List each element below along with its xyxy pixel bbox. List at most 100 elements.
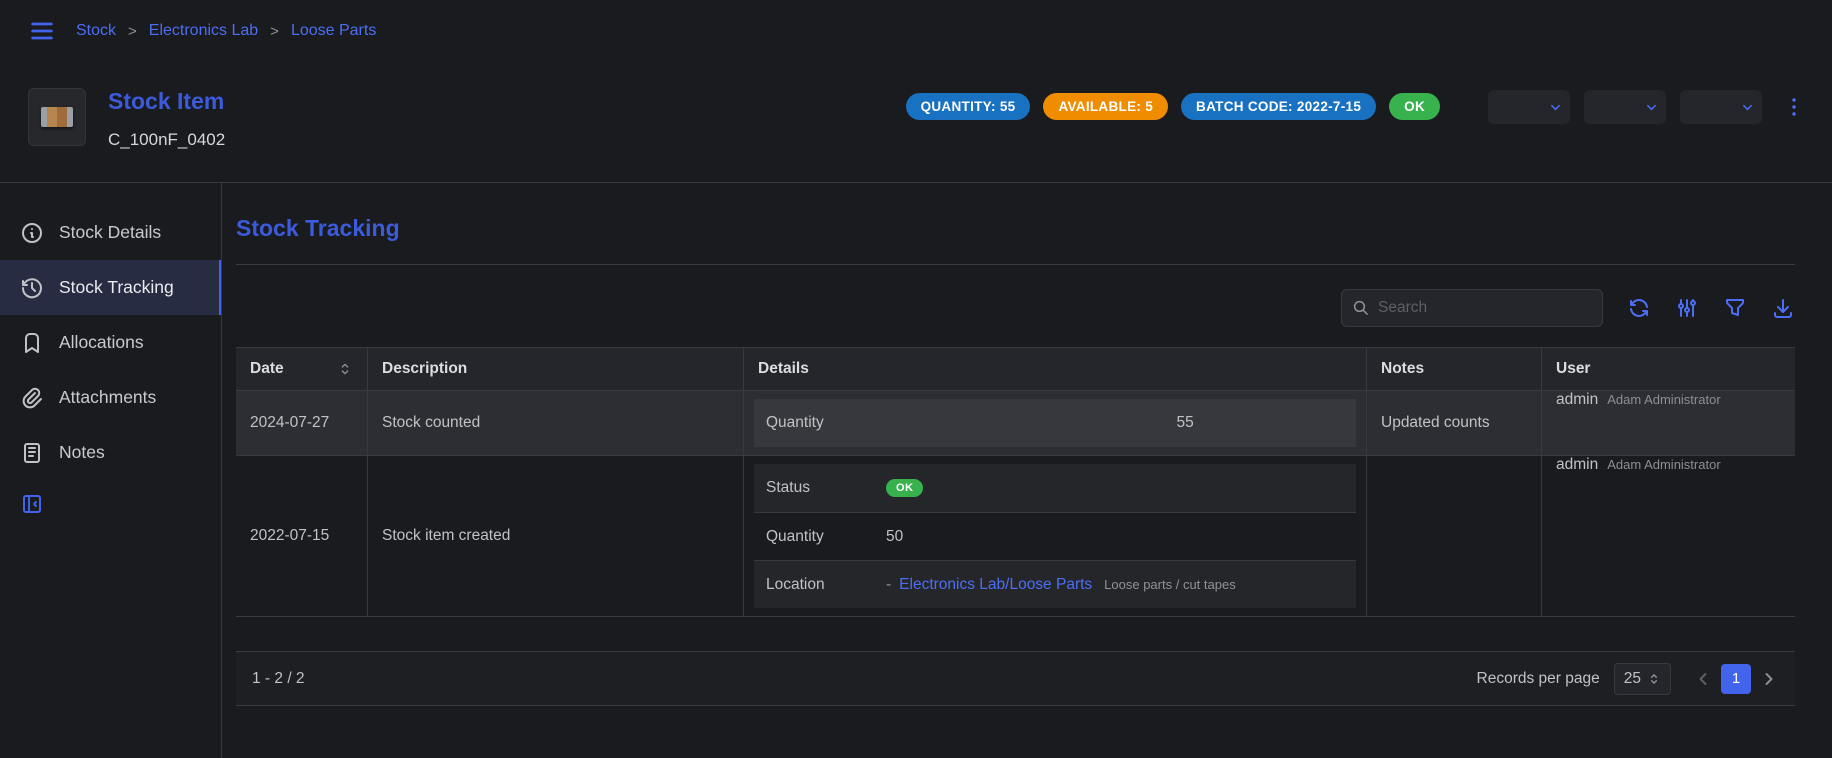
stock-actions-icon <box>1687 96 1738 118</box>
filter-icon[interactable] <box>1723 296 1747 320</box>
notes-icon <box>20 441 44 465</box>
description-cell: Stock counted <box>368 391 744 455</box>
refresh-icon[interactable] <box>1627 296 1651 320</box>
date-cell: 2022-07-15 <box>236 456 368 616</box>
username: admin <box>1556 391 1598 409</box>
location-link[interactable]: Electronics Lab/Loose Parts <box>899 576 1092 594</box>
adjustments-icon[interactable] <box>1675 296 1699 320</box>
records-per-page-label: Records per page <box>1477 670 1600 688</box>
status-badges: QUANTITY: 55 AVAILABLE: 5 BATCH CODE: 20… <box>906 93 1440 120</box>
quantity-badge: QUANTITY: 55 <box>906 93 1031 120</box>
chevron-down-icon <box>1740 100 1755 115</box>
page-button-1[interactable]: 1 <box>1721 664 1751 694</box>
detail-row-status: Status OK <box>754 464 1356 512</box>
batch-code-badge: BATCH CODE: 2022-7-15 <box>1181 93 1376 120</box>
table-row[interactable]: 2024-07-27 Stock counted Quantity 55 Upd… <box>236 391 1795 456</box>
record-range: 1 - 2 / 2 <box>252 670 305 688</box>
stock-tracking-table: Date Description Details Notes User 2024… <box>236 347 1795 706</box>
sidebar-collapse-button[interactable] <box>0 492 221 516</box>
user-full-name: Adam Administrator <box>1607 392 1720 407</box>
breadcrumb: Stock > Electronics Lab > Loose Parts <box>76 22 376 40</box>
info-circle-icon <box>20 221 44 245</box>
sidebar-item-label: Notes <box>59 442 105 463</box>
download-icon[interactable] <box>1771 296 1795 320</box>
description-cell: Stock item created <box>368 456 744 616</box>
table-empty-space <box>236 617 1795 651</box>
hamburger-menu-icon[interactable] <box>28 17 56 45</box>
header-actions <box>1488 90 1806 124</box>
page-size-value: 25 <box>1624 670 1641 688</box>
column-label: Date <box>250 360 284 378</box>
detail-row-quantity: Quantity 50 <box>754 512 1356 560</box>
column-header-notes: Notes <box>1367 348 1542 390</box>
bookmark-icon <box>20 331 44 355</box>
stock-actions-button[interactable] <box>1680 90 1762 124</box>
details-cell: Quantity 55 <box>744 391 1367 455</box>
chevron-right-icon[interactable] <box>1759 669 1779 689</box>
table-row[interactable]: 2022-07-15 Stock item created Status OK … <box>236 456 1795 617</box>
breadcrumb-link-electronics-lab[interactable]: Electronics Lab <box>149 22 258 40</box>
column-label: Details <box>758 360 809 378</box>
capacitor-image <box>41 107 73 127</box>
detail-key: Quantity <box>766 528 886 546</box>
status-badge: OK <box>1389 93 1440 120</box>
breadcrumb-separator: > <box>128 23 137 40</box>
detail-key: Location <box>766 576 886 594</box>
sidebar-item-label: Allocations <box>59 332 144 353</box>
stock-tracking-panel: Stock Tracking Date <box>222 183 1832 758</box>
detail-key: Status <box>766 479 886 497</box>
barcode-actions-button[interactable] <box>1488 90 1570 124</box>
column-header-user: User <box>1542 348 1795 390</box>
page-title: Stock Item <box>108 88 225 114</box>
sort-selector-icon <box>337 361 353 377</box>
column-label: Notes <box>1381 360 1424 378</box>
table-footer: 1 - 2 / 2 Records per page 25 1 <box>236 651 1795 705</box>
chevron-down-icon <box>1644 100 1659 115</box>
sidebar-item-allocations[interactable]: Allocations <box>0 315 221 370</box>
panel-title: Stock Tracking <box>236 215 1795 242</box>
detail-value: 55 <box>1176 414 1193 432</box>
breadcrumb-separator: > <box>270 23 279 40</box>
user-cell: admin Adam Administrator <box>1542 391 1795 455</box>
search-input[interactable] <box>1378 299 1592 317</box>
table-search <box>1341 289 1603 327</box>
records-per-page-select[interactable]: 25 <box>1614 663 1671 695</box>
column-label: User <box>1556 360 1590 378</box>
history-icon <box>20 276 44 300</box>
top-bar: Stock > Electronics Lab > Loose Parts <box>0 0 1832 62</box>
column-header-details: Details <box>744 348 1367 390</box>
table-header-row: Date Description Details Notes User <box>236 348 1795 391</box>
username: admin <box>1556 456 1598 474</box>
pagination: 1 <box>1693 664 1779 694</box>
part-name: C_100nF_0402 <box>108 130 225 150</box>
table-toolbar <box>236 289 1795 327</box>
breadcrumb-link-loose-parts[interactable]: Loose Parts <box>291 22 376 40</box>
stock-item-thumbnail[interactable] <box>28 88 86 146</box>
sidebar-item-attachments[interactable]: Attachments <box>0 370 221 425</box>
print-actions-button[interactable] <box>1584 90 1666 124</box>
details-cell: Status OK Quantity 50 Location - Electro… <box>744 456 1367 616</box>
sidebar-item-stock-details[interactable]: Stock Details <box>0 205 221 260</box>
location-description: Loose parts / cut tapes <box>1104 577 1236 592</box>
column-label: Description <box>382 360 467 378</box>
detail-key: Quantity <box>766 414 886 432</box>
sidebar-item-notes[interactable]: Notes <box>0 425 221 480</box>
chevron-left-icon[interactable] <box>1693 669 1713 689</box>
date-cell: 2024-07-27 <box>236 391 368 455</box>
user-cell: admin Adam Administrator <box>1542 456 1795 616</box>
available-badge: AVAILABLE: 5 <box>1043 93 1168 120</box>
paperclip-icon <box>20 386 44 410</box>
sidebar-item-stock-tracking[interactable]: Stock Tracking <box>0 260 221 315</box>
page-header: Stock Item C_100nF_0402 QUANTITY: 55 AVA… <box>0 62 1832 182</box>
panel-divider <box>236 264 1795 265</box>
notes-cell <box>1367 456 1542 616</box>
detail-row-location: Location - Electronics Lab/Loose Parts L… <box>754 560 1356 608</box>
notes-cell: Updated counts <box>1367 391 1542 455</box>
column-header-date[interactable]: Date <box>236 348 368 390</box>
search-icon <box>1352 299 1370 317</box>
sidebar-item-label: Attachments <box>59 387 156 408</box>
dash: - <box>886 576 891 594</box>
dots-vertical-icon[interactable] <box>1782 95 1806 119</box>
breadcrumb-link-stock[interactable]: Stock <box>76 22 116 40</box>
chevron-down-icon <box>1548 100 1563 115</box>
